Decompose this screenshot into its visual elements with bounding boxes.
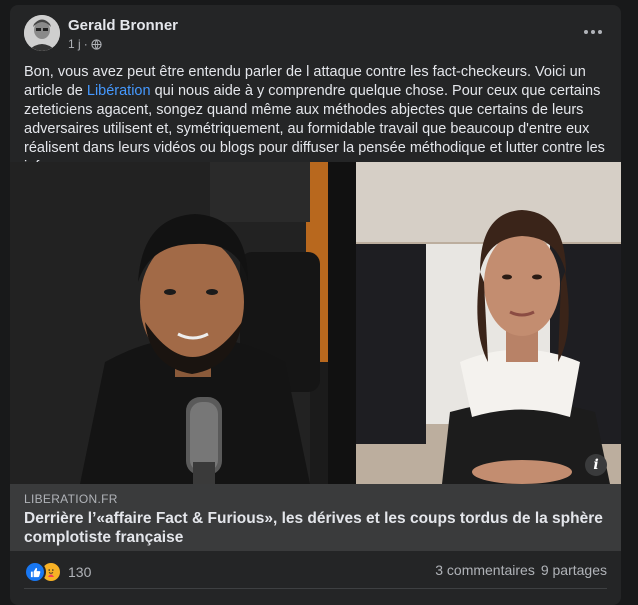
comments-count[interactable]: 3 commentaires (435, 562, 535, 578)
post-text: Bon, vous avez peut être entendu parler … (24, 63, 610, 177)
meta-separator: · (83, 37, 88, 51)
link-domain: LIBERATION.FR (24, 492, 118, 506)
author-name[interactable]: Gerald Bronner (68, 17, 178, 34)
post-footer: 130 3 commentaires 9 partages (24, 557, 607, 583)
post-meta: 1 j · (68, 37, 102, 51)
post-time[interactable]: 1 j (68, 37, 81, 51)
reactions-summary[interactable]: 130 (24, 561, 91, 583)
more-options-button[interactable] (579, 21, 607, 43)
post-card: Gerald Bronner 1 j · Bon, vous avez peut… (10, 5, 621, 605)
reaction-count: 130 (68, 564, 92, 580)
dot-icon (591, 30, 595, 34)
dot-icon (584, 30, 588, 34)
link-preview-image[interactable]: i (10, 162, 621, 484)
dot-icon (598, 30, 602, 34)
link-headline[interactable]: Derrière l’«affaire Fact & Furious», les… (24, 509, 609, 547)
footer-divider (24, 588, 607, 589)
post-header: Gerald Bronner 1 j · (24, 15, 607, 57)
like-icon (24, 561, 46, 583)
engagement-stats: 3 commentaires 9 partages (435, 562, 607, 578)
shares-count[interactable]: 9 partages (541, 562, 607, 578)
globe-icon[interactable] (91, 38, 102, 50)
liberation-link[interactable]: Libération (87, 83, 151, 99)
video-thumbnail (10, 162, 621, 484)
link-preview-bar[interactable]: LIBERATION.FR Derrière l’«affaire Fact &… (10, 484, 621, 551)
info-icon[interactable]: i (585, 454, 607, 476)
author-avatar[interactable] (24, 15, 60, 51)
